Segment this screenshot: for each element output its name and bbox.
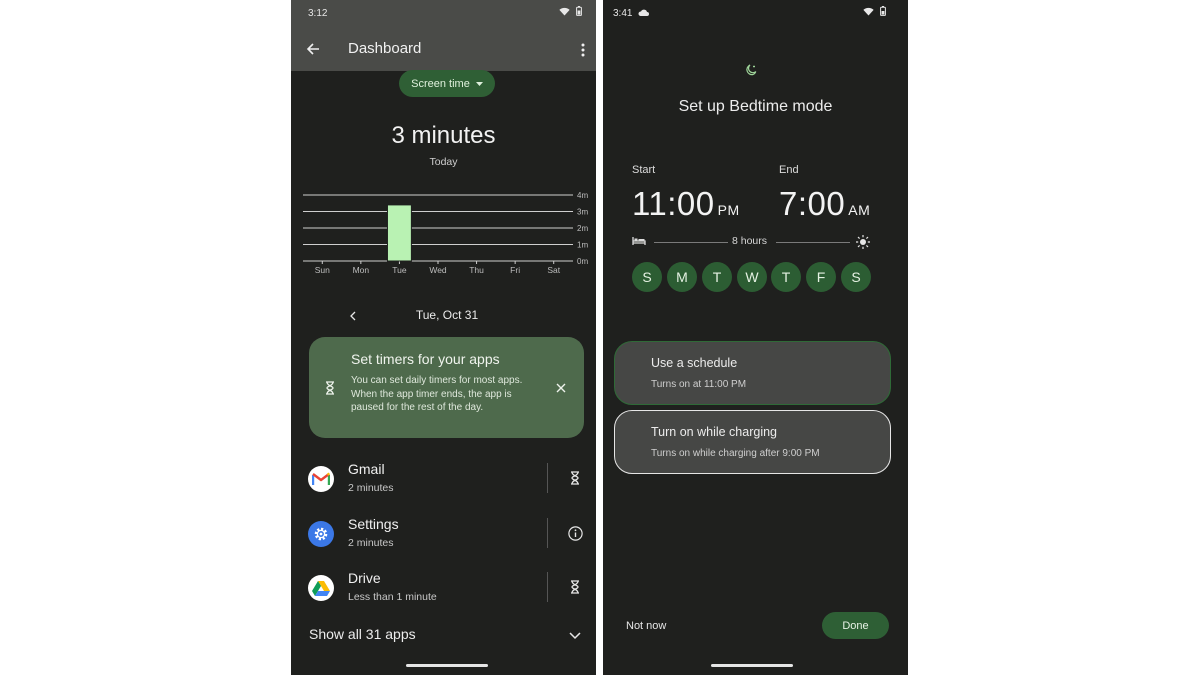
chevron-down-icon[interactable] [567, 628, 583, 644]
chart-x-tick-label: Sat [547, 265, 560, 275]
chart-y-tick-label: 2m [577, 224, 588, 233]
chart-y-tick-label: 0m [577, 257, 588, 266]
start-label: Start [632, 164, 656, 176]
total-period-label: Today [429, 156, 458, 168]
wifi-icon [559, 7, 570, 16]
tip-body: You can set daily timers for most apps. … [351, 375, 523, 413]
status-time: 3:12 [308, 8, 328, 19]
close-icon[interactable] [553, 380, 569, 396]
day-toggle-tuesday[interactable]: T [702, 262, 732, 292]
app-bar: 3:12 Dashboard [291, 0, 596, 71]
day-toggle-saturday[interactable]: S [841, 262, 871, 292]
duration-line-left [654, 242, 728, 243]
use-schedule-option[interactable]: Use a schedule Turns on at 11:00 PM [614, 341, 891, 405]
sun-icon [856, 235, 870, 249]
chart-x-tick-label: Wed [429, 265, 447, 275]
start-ampm: PM [717, 202, 740, 218]
start-time: 11:00 [632, 185, 715, 222]
end-time: 7:00 [779, 185, 846, 222]
dropdown-arrow-icon [475, 81, 483, 86]
usage-bar-chart: 4m 3m 2m 1m 0m Sun Mon Tue Wed Thu Fri Sat [303, 191, 588, 275]
app-timer-tip-card: Set timers for your apps You can set dai… [309, 337, 584, 438]
chart-bar-tue[interactable] [386, 204, 412, 262]
done-button[interactable]: Done [822, 612, 889, 639]
day-toggle-friday[interactable]: F [806, 262, 836, 292]
app-name: Drive [348, 570, 381, 586]
status-icons [863, 6, 886, 16]
divider [547, 518, 548, 548]
bedtime-setup-screen: 3:41 Set up Bedtime mode Start End 11:00… [603, 0, 908, 675]
option-subtitle: Turns on while charging after 9:00 PM [651, 448, 820, 459]
app-row-settings[interactable]: Settings 2 minutes [291, 510, 596, 560]
show-all-apps-link[interactable]: Show all 31 apps [309, 626, 416, 642]
duration-text: 8 hours [732, 235, 768, 247]
screen-time-dashboard-screen: 3:12 Dashboard Screen time 3 minutes Tod… [291, 0, 596, 675]
app-usage-time: 2 minutes [348, 537, 394, 549]
day-toggle-monday[interactable]: M [667, 262, 697, 292]
app-name: Settings [348, 516, 399, 532]
date-navigator: Tue, Oct 31 [291, 307, 596, 325]
duration-bar: 8 hours [632, 234, 872, 250]
option-subtitle: Turns on at 11:00 PM [651, 379, 747, 390]
chart-x-tick-label: Thu [469, 265, 484, 275]
screen-time-dropdown[interactable]: Screen time [399, 70, 495, 97]
info-icon[interactable] [565, 522, 585, 544]
divider [547, 463, 548, 493]
duration-line-right [776, 242, 850, 243]
not-now-button[interactable]: Not now [626, 620, 666, 632]
status-icons [559, 6, 582, 16]
back-arrow-icon[interactable] [302, 38, 324, 60]
bedtime-moon-icon [743, 62, 759, 78]
settings-gear-icon [308, 521, 334, 547]
total-screen-time: 3 minutes [391, 122, 496, 149]
option-title: Turn on while charging [651, 425, 777, 439]
app-row-gmail[interactable]: Gmail 2 minutes [291, 455, 596, 505]
end-ampm: AM [848, 202, 871, 218]
app-row-drive[interactable]: Drive Less than 1 minute [291, 564, 596, 614]
gesture-nav-bar[interactable] [406, 664, 488, 667]
chart-y-tick-label: 3m [577, 208, 588, 217]
start-time-picker[interactable]: 11:00 PM [632, 185, 740, 223]
dropdown-label: Screen time [411, 77, 470, 90]
end-time-picker[interactable]: 7:00 AM [779, 185, 870, 223]
status-time: 3:41 [613, 8, 633, 19]
day-toggle-wednesday[interactable]: W [737, 262, 767, 292]
option-title: Use a schedule [651, 356, 738, 370]
gesture-nav-bar[interactable] [711, 664, 793, 667]
divider [547, 572, 548, 602]
gmail-icon [308, 466, 334, 492]
day-toggle-sunday[interactable]: S [632, 262, 662, 292]
status-bar: 3:41 [603, 0, 908, 30]
wifi-icon [863, 7, 874, 16]
selected-date: Tue, Oct 31 [415, 308, 479, 322]
charging-option[interactable]: Turn on while charging Turns on while ch… [614, 410, 891, 474]
hourglass-icon[interactable] [565, 467, 585, 489]
tip-title: Set timers for your apps [351, 351, 500, 367]
chart-x-tick-label: Sun [315, 265, 330, 275]
app-usage-time: Less than 1 minute [348, 591, 437, 603]
chart-x-tick-label: Mon [353, 265, 370, 275]
chart-x-tick-label: Fri [510, 265, 520, 275]
bed-icon [632, 237, 646, 245]
more-options-icon[interactable] [574, 40, 592, 60]
hourglass-icon[interactable] [565, 576, 585, 598]
chart-y-tick-label: 1m [577, 241, 588, 250]
battery-icon [880, 6, 886, 16]
cloud-icon [638, 9, 649, 16]
chart-x-tick-label: Tue [392, 265, 407, 275]
chart-y-tick-label: 4m [577, 191, 588, 200]
app-usage-time: 2 minutes [348, 482, 394, 494]
day-toggle-thursday[interactable]: T [771, 262, 801, 292]
app-name: Gmail [348, 461, 385, 477]
end-label: End [779, 164, 799, 176]
page-title: Set up Bedtime mode [678, 98, 833, 115]
battery-icon [576, 6, 582, 16]
drive-icon [308, 575, 334, 601]
hourglass-icon [323, 379, 337, 397]
page-title: Dashboard [348, 40, 422, 57]
